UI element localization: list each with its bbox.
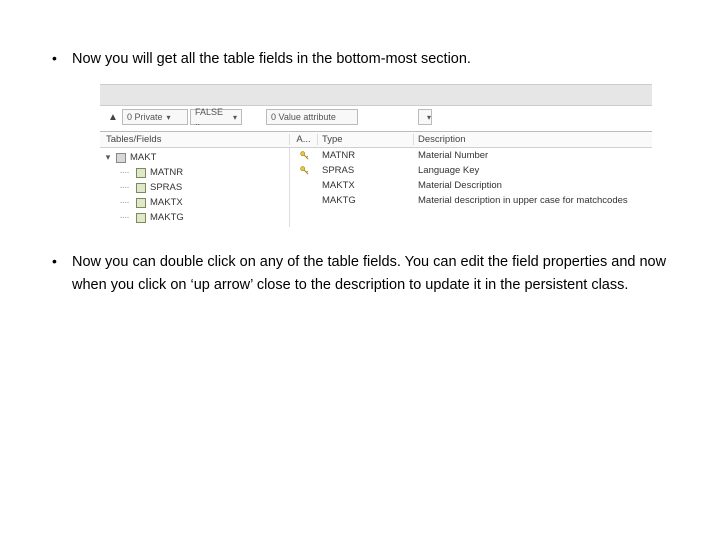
row-type: SPRAS	[318, 165, 414, 176]
tree-panel: ▾ MAKT ···· MATNR ···· SPRAS ···· MAKTX …	[100, 148, 290, 227]
tree-connector-icon: ····	[116, 167, 132, 178]
visibility-dropdown[interactable]: 0 Private ▾	[122, 109, 188, 125]
row-type: MAKTX	[318, 180, 414, 191]
tree-root[interactable]: ▾ MAKT	[100, 150, 289, 165]
tree-root-label: MAKT	[130, 152, 156, 163]
row-type: MAKTG	[318, 195, 414, 206]
bullet-item: • Now you can double click on any of the…	[52, 251, 672, 296]
attrkind-dropdown[interactable]: 0 Value attribute	[266, 109, 358, 125]
table-icon	[116, 153, 126, 163]
table-row[interactable]: MATNR Material Number	[290, 148, 652, 163]
table-row[interactable]: MAKTX Material Description	[290, 178, 652, 193]
tree-connector-icon: ····	[116, 212, 132, 223]
col-description: Description	[414, 134, 652, 145]
filter-row: ▲ 0 Private ▾ FALSE .. ▾ 0 Value attribu…	[100, 106, 652, 132]
col-assigned: A...	[290, 134, 318, 145]
bullet-dot: •	[52, 251, 72, 296]
field-icon	[136, 213, 146, 223]
key-icon	[290, 150, 318, 161]
bullet-item: • Now you will get all the table fields …	[52, 48, 672, 70]
tree-connector-icon: ····	[116, 197, 132, 208]
readonly-value: FALSE ..	[195, 107, 229, 127]
row-desc: Material description in upper case for m…	[414, 195, 652, 206]
bullet-text-1: Now you will get all the table fields in…	[72, 48, 471, 70]
chevron-down-icon: ▾	[167, 113, 171, 122]
chevron-down-icon: ▾	[427, 113, 431, 122]
tree-node-label: MAKTX	[150, 197, 183, 208]
col-type: Type	[318, 134, 414, 145]
fields-grid: MATNR Material Number SPRAS Language Key…	[290, 148, 652, 227]
tree-node-label: MAKTG	[150, 212, 184, 223]
tree-node[interactable]: ···· MAKTG	[100, 210, 289, 225]
collapse-icon[interactable]: ▾	[104, 152, 112, 163]
extra-dropdown[interactable]: ▾	[418, 109, 432, 125]
row-type: MATNR	[318, 150, 414, 161]
table-row[interactable]: SPRAS Language Key	[290, 163, 652, 178]
tree-node-label: MATNR	[150, 167, 183, 178]
bullet-text-2: Now you can double click on any of the t…	[72, 251, 672, 296]
tree-node[interactable]: ···· SPRAS	[100, 180, 289, 195]
field-icon	[136, 198, 146, 208]
toolbar-strip	[100, 84, 652, 106]
readonly-dropdown[interactable]: FALSE .. ▾	[190, 109, 242, 125]
table-row[interactable]: MAKTG Material description in upper case…	[290, 193, 652, 208]
row-desc: Language Key	[414, 165, 652, 176]
bullet-dot: •	[52, 48, 72, 70]
row-desc: Material Number	[414, 150, 652, 161]
collapse-up-icon[interactable]: ▲	[106, 110, 120, 124]
visibility-value: 0 Private	[127, 112, 163, 122]
tree-node-label: SPRAS	[150, 182, 182, 193]
column-headers: Tables/Fields A... Type Description	[100, 132, 652, 148]
chevron-down-icon: ▾	[233, 113, 237, 122]
attrkind-value: 0 Value attribute	[271, 112, 336, 122]
row-desc: Material Description	[414, 180, 652, 191]
screenshot-panel: ▲ 0 Private ▾ FALSE .. ▾ 0 Value attribu…	[100, 84, 652, 227]
tree-connector-icon: ····	[116, 182, 132, 193]
field-icon	[136, 183, 146, 193]
col-tables-fields: Tables/Fields	[100, 134, 290, 145]
tree-node[interactable]: ···· MATNR	[100, 165, 289, 180]
field-icon	[136, 168, 146, 178]
key-icon	[290, 165, 318, 176]
tree-node[interactable]: ···· MAKTX	[100, 195, 289, 210]
